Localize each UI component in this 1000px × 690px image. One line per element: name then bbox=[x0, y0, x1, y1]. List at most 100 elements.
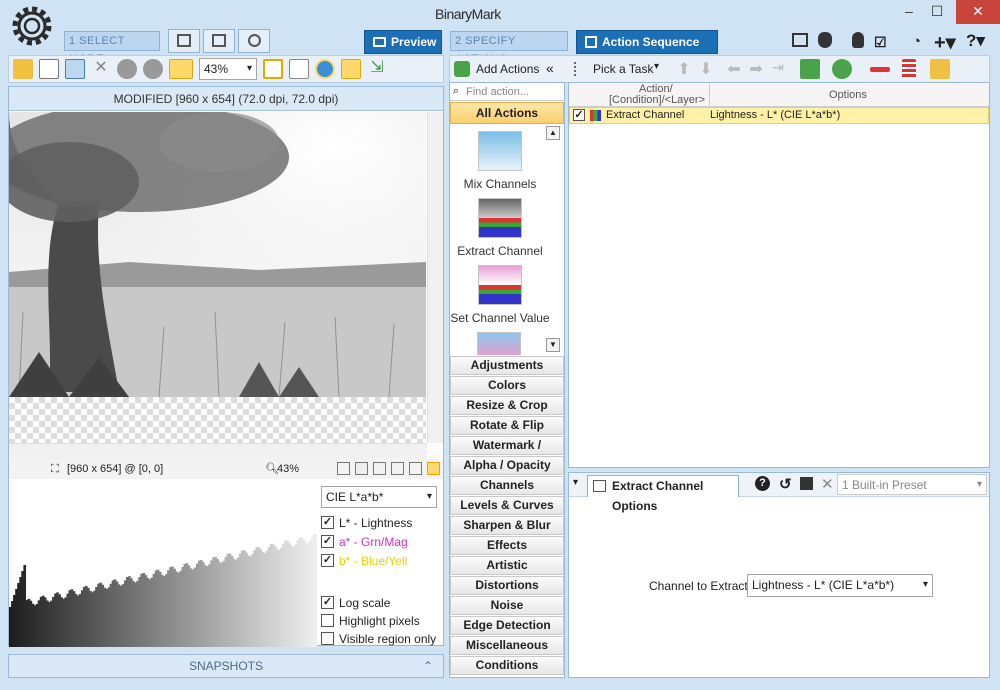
reset-icon[interactable]: ↺ bbox=[779, 475, 792, 493]
scroll-up-icon[interactable]: ▲ bbox=[546, 126, 560, 140]
move-left-icon[interactable]: ⬅ bbox=[724, 59, 744, 79]
tab-action-sequence[interactable]: Action Sequence (1) bbox=[576, 30, 718, 71]
step-select-mode[interactable]: 1 SELECT MODE bbox=[64, 31, 160, 65]
category-item[interactable]: Edge Detection bbox=[450, 616, 564, 635]
category-item[interactable]: Sharpen & Blur bbox=[450, 516, 564, 535]
category-item[interactable]: Artistic bbox=[450, 556, 564, 575]
step-specify-actions[interactable]: 2 SPECIFY ACTIONS bbox=[450, 31, 568, 65]
scheduled-mode-button[interactable] bbox=[238, 29, 270, 53]
minimize-button[interactable]: – bbox=[894, 0, 924, 24]
category-item[interactable]: Rotate & Flip bbox=[450, 416, 564, 435]
preview-image[interactable] bbox=[9, 112, 426, 397]
app-logo-gear-icon[interactable] bbox=[10, 4, 54, 48]
grid-icon[interactable] bbox=[373, 462, 386, 475]
single-image-mode-button[interactable] bbox=[168, 29, 200, 53]
category-item[interactable]: Distortions bbox=[450, 576, 564, 595]
indent-icon[interactable]: ⇥ bbox=[768, 59, 788, 79]
horizontal-scrollbar[interactable] bbox=[9, 443, 427, 459]
single-view-icon[interactable] bbox=[263, 59, 283, 79]
image-icon[interactable] bbox=[65, 59, 85, 79]
category-item[interactable]: Noise bbox=[450, 596, 564, 615]
back-icon[interactable] bbox=[117, 59, 137, 79]
row-enable-checkbox[interactable]: ✓ bbox=[573, 109, 585, 121]
channel-b-checkbox[interactable]: ✓ bbox=[321, 554, 334, 567]
chevron-down-icon[interactable]: ▾ bbox=[573, 477, 578, 488]
checklist-icon[interactable]: ☑ bbox=[874, 34, 887, 51]
find-action-input[interactable]: Find action... bbox=[450, 83, 564, 101]
colorspace-select[interactable]: CIE L*a*b* ▾ bbox=[321, 486, 437, 508]
action-extract-channel[interactable]: Extract Channel bbox=[450, 198, 550, 258]
category-item[interactable]: Conditions bbox=[450, 656, 564, 675]
chevron-down-icon: ▾ bbox=[922, 579, 928, 590]
category-item[interactable]: Colors bbox=[450, 376, 564, 395]
category-item[interactable]: Levels & Curves bbox=[450, 496, 564, 515]
channel-to-extract-select[interactable]: Lightness - L* (CIE L*a*b*) ▾ bbox=[747, 574, 933, 597]
category-item[interactable]: Miscellaneous bbox=[450, 636, 564, 655]
add-condition-icon[interactable] bbox=[832, 59, 852, 79]
move-up-icon[interactable]: ⬆ bbox=[674, 59, 694, 79]
batch-mode-button[interactable] bbox=[203, 29, 235, 53]
clear-all-icon[interactable] bbox=[902, 59, 916, 79]
preset-folder-icon[interactable] bbox=[930, 59, 950, 79]
eyedropper-icon[interactable] bbox=[391, 462, 404, 475]
tab-extract-channel-options[interactable]: Extract Channel Options bbox=[587, 475, 739, 513]
preset-select[interactable]: 1 Built-in Preset ▾ bbox=[837, 474, 987, 495]
snapshots-bar[interactable]: SNAPSHOTS ⌃ bbox=[8, 654, 444, 678]
colorspace-value: CIE L*a*b* bbox=[326, 490, 384, 504]
log-scale-checkbox[interactable]: ✓ bbox=[321, 596, 334, 609]
open-folder-icon[interactable] bbox=[13, 59, 33, 79]
refresh-icon[interactable] bbox=[315, 59, 335, 79]
add-layer-icon[interactable] bbox=[800, 59, 820, 79]
channel-checkboxes: ✓ L* - Lightness ✓ a* - Grn/Mag ✓ b* - Blue… bbox=[321, 516, 441, 576]
delete-preset-icon[interactable]: ✕ bbox=[821, 475, 834, 493]
category-item[interactable]: Resize & Crop bbox=[450, 396, 564, 415]
chevron-up-icon[interactable]: ⌃ bbox=[423, 655, 433, 677]
scroll-down-icon[interactable]: ▼ bbox=[546, 338, 560, 352]
pick-task-button[interactable]: Pick a Task bbox=[593, 62, 653, 76]
vertical-scrollbar[interactable] bbox=[427, 112, 443, 443]
move-right-icon[interactable]: ➡ bbox=[746, 59, 766, 79]
category-item[interactable]: Watermark / Overlay bbox=[450, 436, 564, 469]
sequence-row[interactable]: ✓ Extract Channel Lightness - L* (CIE L*… bbox=[569, 107, 989, 124]
help-menu-icon[interactable]: ?▾ bbox=[966, 31, 985, 51]
fit-icon[interactable] bbox=[355, 462, 368, 475]
zoom-tool-icon[interactable] bbox=[409, 462, 422, 475]
visible-region-checkbox[interactable] bbox=[321, 632, 334, 645]
category-item[interactable]: Alpha / Opacity bbox=[450, 456, 564, 475]
console-icon[interactable] bbox=[792, 33, 808, 47]
channel-a-checkbox[interactable]: ✓ bbox=[321, 535, 334, 548]
maximize-button[interactable]: ☐ bbox=[922, 0, 952, 24]
category-item[interactable]: Adjustments bbox=[450, 356, 564, 375]
preview-toolbar: ✕ 43% ▾ ⇲ bbox=[8, 55, 444, 83]
help-icon[interactable]: ? bbox=[755, 476, 770, 491]
close-button[interactable]: ✕ bbox=[956, 0, 1000, 24]
category-item[interactable]: Effects bbox=[450, 536, 564, 555]
all-actions-header[interactable]: All Actions bbox=[450, 102, 564, 124]
zoom-select[interactable]: 43% ▾ bbox=[199, 58, 257, 80]
zoom-value: 43% bbox=[204, 62, 229, 76]
hand-tool-icon[interactable] bbox=[427, 462, 440, 475]
add-actions-button[interactable]: Add Actions bbox=[476, 62, 539, 76]
add-menu-icon[interactable]: +▾ bbox=[934, 30, 956, 55]
lightbulb-icon[interactable] bbox=[852, 32, 864, 48]
collapse-icon[interactable]: « bbox=[546, 60, 554, 76]
save-preset-icon[interactable] bbox=[800, 477, 813, 490]
shield-icon[interactable] bbox=[818, 32, 832, 48]
highlight-pixels-checkbox[interactable] bbox=[321, 614, 334, 627]
category-item[interactable]: Channels bbox=[450, 476, 564, 495]
tab-preview[interactable]: Preview bbox=[364, 30, 442, 54]
pan-icon[interactable] bbox=[337, 462, 350, 475]
action-mix-channels[interactable]: Mix Channels bbox=[450, 131, 550, 191]
fit-arrows-icon[interactable]: ⇲ bbox=[367, 59, 387, 79]
forward-icon[interactable] bbox=[143, 59, 163, 79]
tools-icon[interactable]: ✕ bbox=[91, 59, 111, 79]
action-set-channel-value[interactable]: Set Channel Value bbox=[450, 265, 550, 325]
clipboard-icon[interactable] bbox=[39, 59, 59, 79]
remove-icon[interactable] bbox=[870, 67, 890, 72]
pan-hand-icon[interactable] bbox=[341, 59, 361, 79]
split-view-icon[interactable] bbox=[289, 59, 309, 79]
wifi-icon[interactable]: ◔ bbox=[912, 33, 921, 50]
move-down-icon[interactable]: ⬇ bbox=[696, 59, 716, 79]
histogram-toggle-icon[interactable] bbox=[169, 59, 193, 79]
channel-l-checkbox[interactable]: ✓ bbox=[321, 516, 334, 529]
